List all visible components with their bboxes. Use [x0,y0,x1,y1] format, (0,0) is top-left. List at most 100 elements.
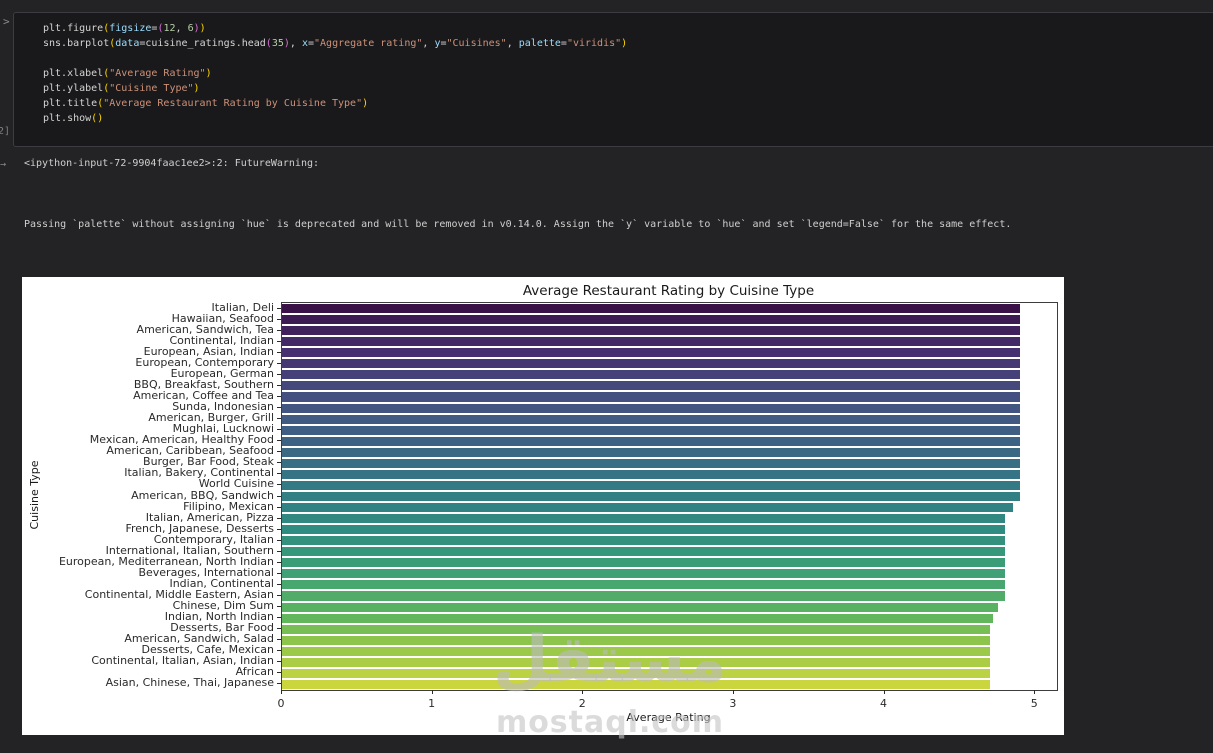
bar [282,337,1021,347]
bar [282,591,1005,601]
bar [282,436,1021,446]
y-axis-tick-mark [277,440,281,442]
bar [282,558,1005,568]
bar [282,480,1021,490]
bar [282,414,1021,424]
y-axis-tick-mark [277,650,281,652]
bar [282,624,990,634]
bar [282,635,990,645]
code-line: plt.show() [43,113,104,124]
y-axis-tick-mark [277,595,281,596]
bar [282,469,1021,479]
warning-location-text: <ipython-input-72-9904faac1ee2>:2: Futur… [24,158,320,169]
y-axis-tick-mark [277,384,281,386]
bar [282,679,990,689]
bar [282,547,1005,557]
bar [282,304,1021,314]
plot-area [281,302,1058,691]
x-axis-tick-label: 3 [729,697,737,710]
x-axis-label: Average Rating [626,711,711,724]
y-axis-tick-mark [277,307,281,309]
bar [282,503,1013,513]
x-axis-tick-label: 1 [428,697,436,710]
bar [282,458,1021,468]
code-line: plt.title("Average Restaurant Rating by … [43,98,369,109]
y-axis-tick-mark [277,451,281,453]
bar [282,370,1021,380]
x-axis-tick-mark [431,690,433,694]
code-line: plt.figure(figsize=(12, 6)) [43,23,206,34]
y-axis-tick-mark [277,550,281,552]
code-line: plt.ylabel("Cuisine Type") [43,83,200,94]
bar [282,491,1021,502]
y-axis-tick-mark [277,539,281,541]
y-axis-tick-mark [277,407,281,409]
y-axis-tick-mark [277,661,281,663]
y-axis-tick-mark [277,506,281,508]
y-axis-tick-mark [277,462,281,464]
y-axis-tick-mark [277,495,281,497]
bar [282,359,1021,369]
bar [282,425,1021,435]
bar [282,646,990,656]
bar [282,381,1021,391]
x-axis-tick-label: 4 [880,697,887,710]
x-axis-tick-label: 0 [277,697,285,710]
bar [282,392,1021,402]
y-axis-tick-mark [277,429,281,431]
y-axis-tick-mark [277,683,281,685]
bar [282,569,1005,579]
y-axis-tick-mark [277,528,281,530]
x-axis-tick-label: 5 [1030,697,1038,710]
y-axis-tick-mark [277,473,281,475]
execution-count-label: 2] [0,126,11,137]
code-editor[interactable]: plt.figure(figsize=(12, 6)) sns.barplot(d… [43,21,627,126]
bar [282,326,1021,336]
code-line: sns.barplot(data=cuisine_ratings.head(35… [43,38,628,49]
y-axis-tick-mark [277,329,281,331]
y-axis-tick-mark [277,373,281,375]
x-axis-tick-mark [281,690,282,694]
y-axis-tick-mark [277,606,281,608]
y-axis-tick-mark [277,318,281,320]
bar [282,514,1005,524]
x-axis-tick-mark [732,690,734,694]
bar [282,403,1021,413]
chart-title: Average Restaurant Rating by Cuisine Typ… [522,283,815,299]
y-axis-tick-mark [277,484,281,486]
warning-message-text: Passing `palette` without assigning `hue… [24,219,1012,230]
y-axis-tick-mark [277,395,281,397]
bar [282,348,1021,358]
y-axis-tick-mark [277,340,281,342]
output-marker-icon[interactable]: → [0,159,7,171]
y-axis-tick-mark [277,418,281,420]
y-axis-tick-mark [277,351,281,353]
y-axis-tick-label: Asian, Chinese, Thai, Japanese [105,676,274,690]
bar [282,602,998,612]
y-axis-tick-mark [277,561,281,563]
x-axis-tick-mark [1034,690,1036,694]
x-axis-tick-mark [883,690,885,694]
bar [282,657,990,667]
cell-collapse-icon[interactable]: > [3,15,10,28]
y-axis-tick-mark [277,572,281,574]
code-line: plt.xlabel("Average Rating") [43,68,212,79]
y-axis-tick-mark [277,617,281,619]
chart-figure: Average Restaurant Rating by Cuisine Typ… [22,277,1064,735]
bar [282,536,1005,546]
y-axis-tick-mark [277,639,281,641]
y-axis-tick-mark [277,362,281,364]
y-axis-tick-mark [277,628,281,630]
bar [282,580,1005,590]
x-axis-tick-label: 2 [578,697,586,710]
y-axis-tick-mark [277,672,281,674]
y-axis-tick-mark [277,517,281,519]
code-cell[interactable]: plt.figure(figsize=(12, 6)) sns.barplot(d… [13,12,1213,147]
bar [282,447,1021,457]
bar [282,668,990,678]
bar [282,525,1005,535]
x-axis-tick-mark [582,690,584,694]
bar [282,315,1021,325]
bar [282,613,993,623]
